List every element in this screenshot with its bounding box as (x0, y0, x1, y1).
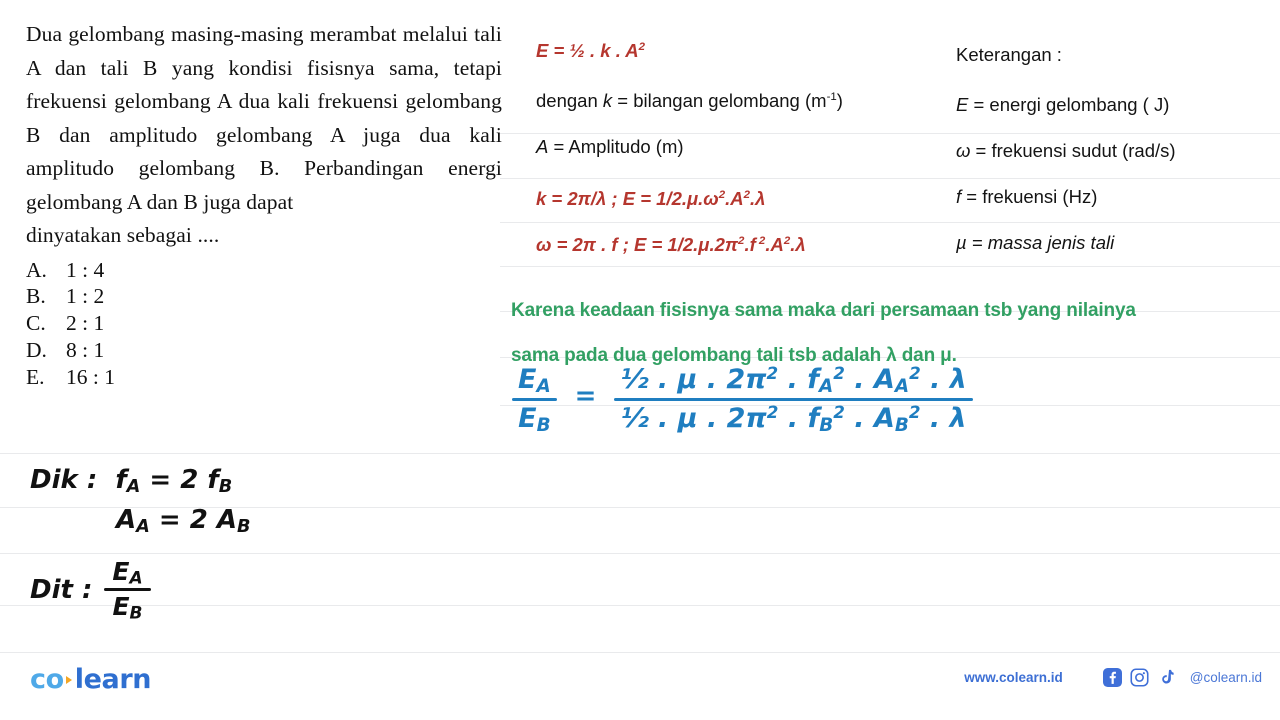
social-icons (1102, 668, 1176, 687)
option-e-letter: E. (26, 364, 45, 389)
blue-lhs-numerator: EA (518, 364, 551, 398)
dit-fraction: EA EB (104, 556, 151, 624)
instagram-icon[interactable] (1130, 668, 1149, 687)
formula-a-definition: A = Amplitudo (m) (536, 136, 684, 157)
option-b-value: 1 : 2 (66, 284, 105, 309)
option-d-value: 8 : 1 (66, 337, 105, 362)
footer-links: www.colearn.id @colearn.id (964, 668, 1262, 687)
blue-rhs-numerator: ½ . μ . 2π2 . fA2 . AA2 . λ (620, 362, 967, 398)
question-body: Dua gelombang masing-masing merambat mel… (26, 22, 502, 214)
question-text: Dua gelombang masing-masing merambat mel… (26, 18, 502, 253)
logo-text-co: co (30, 664, 64, 695)
green-note-line-1: Karena keadaan fisisnya sama maka dari p… (511, 300, 1136, 321)
option-c[interactable]: C. 2 : 1 (26, 310, 502, 337)
keterangan-item-frekuensi: f = frekuensi (Hz) (956, 186, 1098, 207)
option-e[interactable]: E. 16 : 1 (26, 364, 502, 391)
dit-block: Dit : EA EB (30, 556, 151, 623)
logo-dot-icon (65, 676, 72, 684)
blue-lhs-denominator: EB (518, 403, 551, 437)
keterangan-heading: Keterangan : (956, 44, 1062, 65)
formula-k-expansion: k = 2π/λ ; E = 1/2.μ.ω2.A2.λ (536, 188, 766, 209)
footer: co learn www.colearn.id @colearn.id (0, 654, 1280, 720)
blue-lhs-fraction: EA EB (512, 362, 557, 437)
option-d-letter: D. (26, 337, 47, 362)
colearn-logo[interactable]: co learn (30, 664, 151, 695)
dit-label: Dit : (30, 574, 93, 605)
blue-handwritten-solution: EA EB = ½ . μ . 2π2 . fA2 . AA2 . λ ½ . … (512, 362, 973, 437)
question-last-line: dinyatakan sebagai .... (26, 223, 220, 247)
option-b[interactable]: B. 1 : 2 (26, 283, 502, 310)
dit-denominator: EB (112, 592, 143, 624)
option-a[interactable]: A. 1 : 4 (26, 257, 502, 284)
worksheet-page: Dua gelombang masing-masing merambat mel… (0, 0, 1280, 720)
keterangan-item-energy: E = energi gelombang ( J) (956, 94, 1170, 115)
option-c-letter: C. (26, 311, 46, 336)
formula-omega-expansion: ω = 2π . f ; E = 1/2.μ.2π2.f 2.A2.λ (536, 234, 806, 255)
option-d[interactable]: D. 8 : 1 (26, 337, 502, 364)
social-handle[interactable]: @colearn.id (1190, 670, 1262, 685)
dik-line-1: Dik : fA = 2 fB (30, 463, 250, 497)
blue-equals-sign: = (574, 380, 597, 411)
facebook-icon[interactable] (1102, 668, 1122, 687)
option-a-value: 1 : 4 (66, 257, 105, 282)
answer-options: A. 1 : 4 B. 1 : 2 C. 2 : 1 D. 8 : 1 E. 1… (26, 257, 502, 391)
website-url[interactable]: www.colearn.id (964, 670, 1063, 685)
dit-numerator: EA (112, 557, 143, 589)
formula-energy: E = ½ . k . A2 (536, 40, 646, 61)
dik-equation-1: fA = 2 fB (115, 465, 233, 497)
tiktok-icon[interactable] (1157, 668, 1176, 687)
dik-block: Dik : fA = 2 fB AA = 2 AB (30, 463, 250, 537)
formula-k-definition: dengan k = bilangan gelombang (m-1) (536, 90, 843, 111)
dik-label: Dik : (30, 465, 98, 495)
option-b-letter: B. (26, 284, 46, 309)
keterangan-item-omega: ω = frekuensi sudut (rad/s) (956, 140, 1176, 161)
logo-text-learn: learn (74, 664, 152, 695)
option-a-letter: A. (26, 257, 47, 282)
dik-line-2: AA = 2 AB (116, 505, 251, 537)
question-block: Dua gelombang masing-masing merambat mel… (26, 18, 502, 390)
blue-rhs-denominator: ½ . μ . 2π2 . fB2 . AB2 . λ (620, 401, 967, 437)
blue-rhs-fraction: ½ . μ . 2π2 . fA2 . AA2 . λ ½ . μ . 2π2 … (614, 362, 973, 437)
option-c-value: 2 : 1 (66, 311, 105, 336)
option-e-value: 16 : 1 (66, 364, 115, 389)
keterangan-item-massa: µ = massa jenis tali (956, 232, 1115, 253)
